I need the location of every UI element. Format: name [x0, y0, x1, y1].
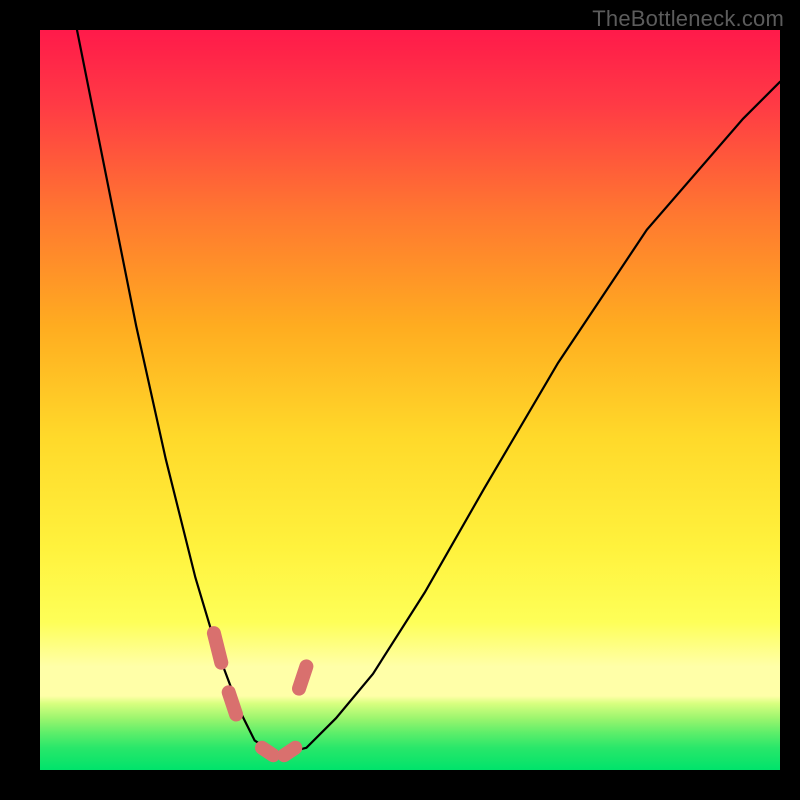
- highlight-right-riser-start: [284, 748, 295, 755]
- gradient-background: [40, 30, 780, 770]
- plot-svg: [40, 30, 780, 770]
- highlight-left-riser-start: [214, 633, 221, 663]
- plot-area: [40, 30, 780, 770]
- chart-frame: TheBottleneck.com: [0, 0, 800, 800]
- highlight-trough-left: [229, 692, 236, 714]
- highlight-trough-right: [262, 748, 273, 755]
- highlight-right-riser: [299, 666, 306, 688]
- watermark-text: TheBottleneck.com: [592, 6, 784, 32]
